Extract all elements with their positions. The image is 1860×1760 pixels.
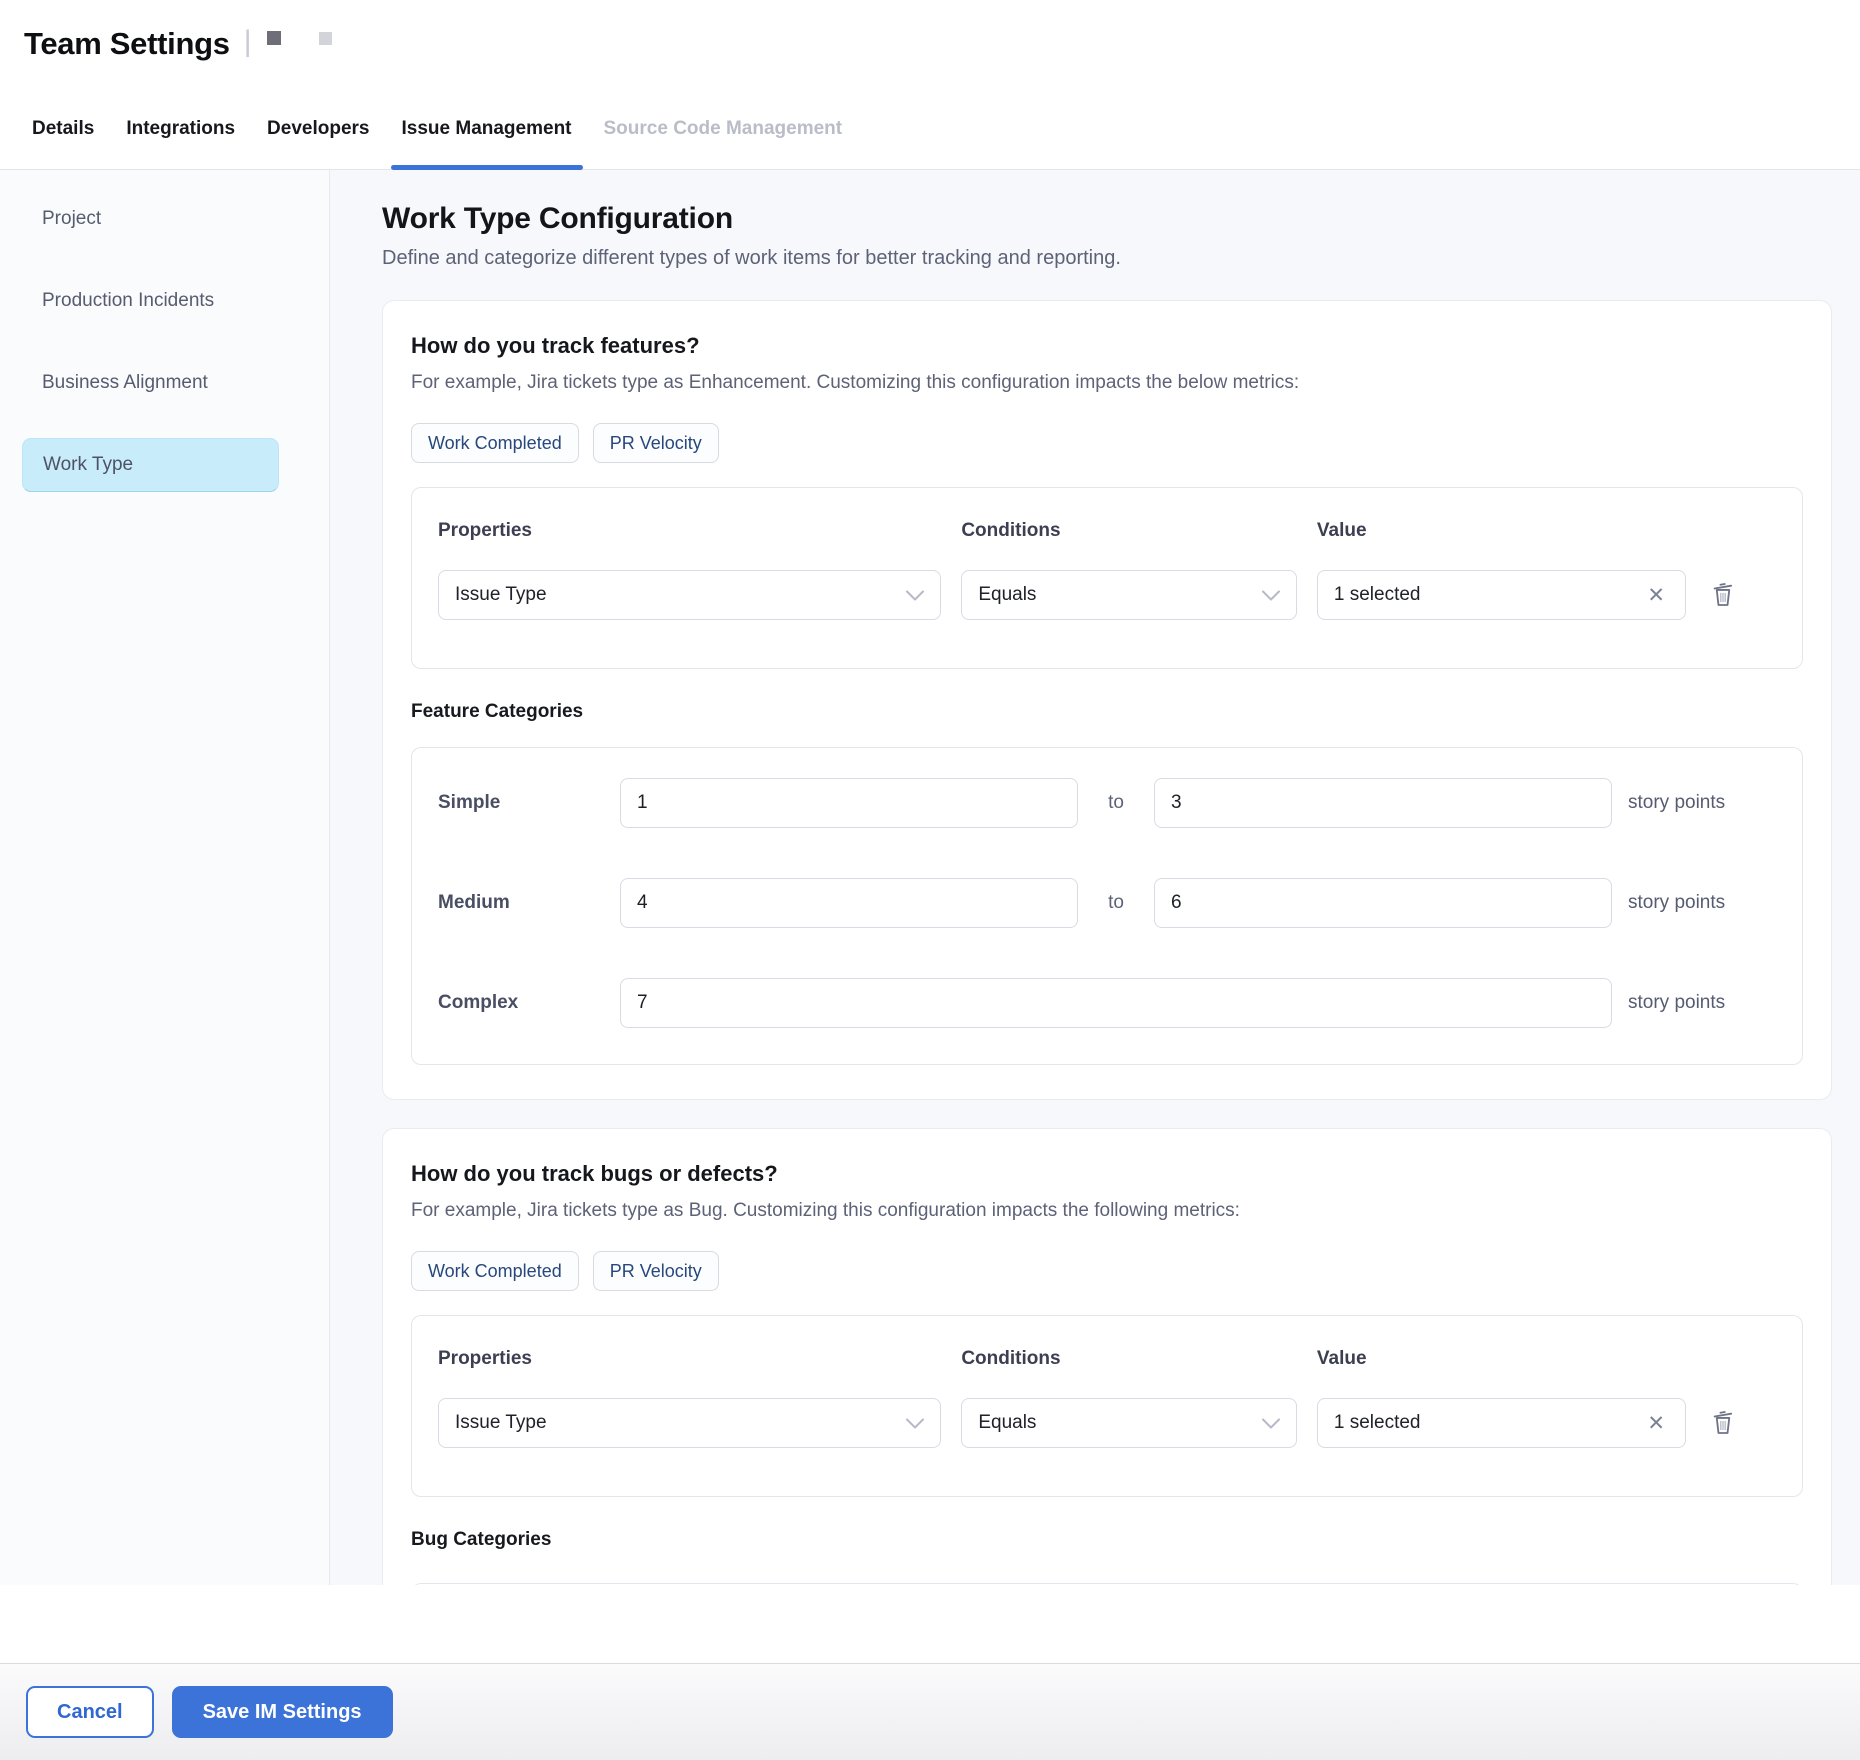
app-header: Team Settings | — [0, 0, 1860, 88]
features-section-card: How do you track features? For example, … — [382, 300, 1832, 1100]
sidebar-item-project[interactable]: Project — [22, 192, 279, 246]
save-im-settings-button[interactable]: Save IM Settings — [172, 1686, 393, 1738]
medium-from-input[interactable] — [620, 878, 1078, 928]
bugs-filter-box: Properties Conditions Value Issue Type E… — [411, 1315, 1803, 1497]
unit-label: story points — [1626, 892, 1776, 914]
sidebar-item-business-alignment[interactable]: Business Alignment — [22, 356, 279, 410]
value-label: Value — [1317, 518, 1686, 544]
sidebar-item-production-incidents[interactable]: Production Incidents — [22, 274, 279, 328]
properties-label: Properties — [438, 1346, 941, 1372]
trash-icon — [1710, 1408, 1736, 1439]
feature-categories-box: Simple to story points Medium to story p… — [411, 747, 1803, 1065]
bugs-heading: How do you track bugs or defects? — [411, 1159, 1803, 1189]
badge-pr-velocity: PR Velocity — [593, 423, 719, 463]
features-description: For example, Jira tickets type as Enhanc… — [411, 369, 1803, 397]
tab-source-code-management[interactable]: Source Code Management — [588, 88, 859, 169]
category-label-medium: Medium — [438, 892, 606, 914]
complex-from-input[interactable] — [620, 978, 1612, 1028]
bugs-condition-select-value: Equals — [978, 1412, 1036, 1434]
header-badge-dark-icon — [267, 31, 281, 45]
bugs-property-select-value: Issue Type — [455, 1412, 547, 1434]
features-value-multiselect[interactable]: 1 selected ✕ — [1317, 570, 1686, 620]
simple-to-input[interactable] — [1154, 778, 1612, 828]
range-separator: to — [1092, 792, 1140, 814]
page-title: Work Type Configuration — [382, 200, 1832, 238]
settings-body: Project Production Incidents Business Al… — [0, 170, 1860, 1585]
badge-pr-velocity: PR Velocity — [593, 1251, 719, 1291]
range-separator: to — [1092, 892, 1140, 914]
tab-developers[interactable]: Developers — [251, 88, 385, 169]
tab-details[interactable]: Details — [16, 88, 110, 169]
sidebar: Project Production Incidents Business Al… — [0, 170, 330, 1585]
conditions-label: Conditions — [961, 1346, 1297, 1372]
unit-label: story points — [1626, 792, 1776, 814]
features-metric-badges: Work Completed PR Velocity — [411, 423, 1803, 463]
chevron-down-icon — [906, 590, 924, 601]
simple-from-input[interactable] — [620, 778, 1078, 828]
badge-work-completed: Work Completed — [411, 423, 579, 463]
chevron-down-icon — [1262, 1418, 1280, 1429]
cancel-button[interactable]: Cancel — [26, 1686, 154, 1738]
footer-bar: Cancel Save IM Settings — [0, 1663, 1860, 1760]
badge-work-completed: Work Completed — [411, 1251, 579, 1291]
tab-integrations[interactable]: Integrations — [110, 88, 251, 169]
medium-to-input[interactable] — [1154, 878, 1612, 928]
category-row-simple: Simple to story points — [438, 778, 1776, 828]
sidebar-item-work-type[interactable]: Work Type — [22, 438, 279, 492]
features-property-select[interactable]: Issue Type — [438, 570, 941, 620]
bug-categories-heading: Bug Categories — [411, 1527, 1803, 1553]
chevron-down-icon — [1262, 590, 1280, 601]
features-delete-filter-button[interactable] — [1706, 576, 1740, 615]
feature-categories-heading: Feature Categories — [411, 699, 1803, 725]
clear-icon[interactable]: ✕ — [1643, 1411, 1669, 1436]
bugs-value-multiselect[interactable]: 1 selected ✕ — [1317, 1398, 1686, 1448]
category-row-medium: Medium to story points — [438, 878, 1776, 928]
features-condition-select[interactable]: Equals — [961, 570, 1297, 620]
bugs-section-card: How do you track bugs or defects? For ex… — [382, 1128, 1832, 1585]
header-separator: | — [244, 25, 252, 59]
category-row-complex: Complex story points — [438, 978, 1776, 1028]
category-label-simple: Simple — [438, 792, 606, 814]
settings-tabbar: Details Integrations Developers Issue Ma… — [0, 88, 1860, 170]
footer-spacer — [0, 1585, 1860, 1663]
clear-icon[interactable]: ✕ — [1643, 583, 1669, 608]
main-content: Work Type Configuration Define and categ… — [330, 170, 1860, 1585]
bugs-condition-select[interactable]: Equals — [961, 1398, 1297, 1448]
chevron-down-icon — [906, 1418, 924, 1429]
trash-icon — [1710, 580, 1736, 611]
bugs-value-text: 1 selected — [1334, 1412, 1421, 1434]
bugs-property-select[interactable]: Issue Type — [438, 1398, 941, 1448]
page-header-title: Team Settings — [24, 26, 230, 62]
features-heading: How do you track features? — [411, 331, 1803, 361]
bugs-description: For example, Jira tickets type as Bug. C… — [411, 1197, 1803, 1225]
value-label: Value — [1317, 1346, 1686, 1372]
bugs-delete-filter-button[interactable] — [1706, 1404, 1740, 1443]
conditions-label: Conditions — [961, 518, 1297, 544]
category-label-complex: Complex — [438, 992, 606, 1014]
properties-label: Properties — [438, 518, 941, 544]
features-filter-box: Properties Conditions Value Issue Type E… — [411, 487, 1803, 669]
bugs-metric-badges: Work Completed PR Velocity — [411, 1251, 1803, 1291]
features-condition-select-value: Equals — [978, 584, 1036, 606]
tab-issue-management[interactable]: Issue Management — [386, 88, 588, 169]
header-badge-light-icon — [319, 32, 332, 45]
unit-label: story points — [1626, 992, 1776, 1014]
features-value-text: 1 selected — [1334, 584, 1421, 606]
features-property-select-value: Issue Type — [455, 584, 547, 606]
page-subtitle: Define and categorize different types of… — [382, 244, 1832, 272]
